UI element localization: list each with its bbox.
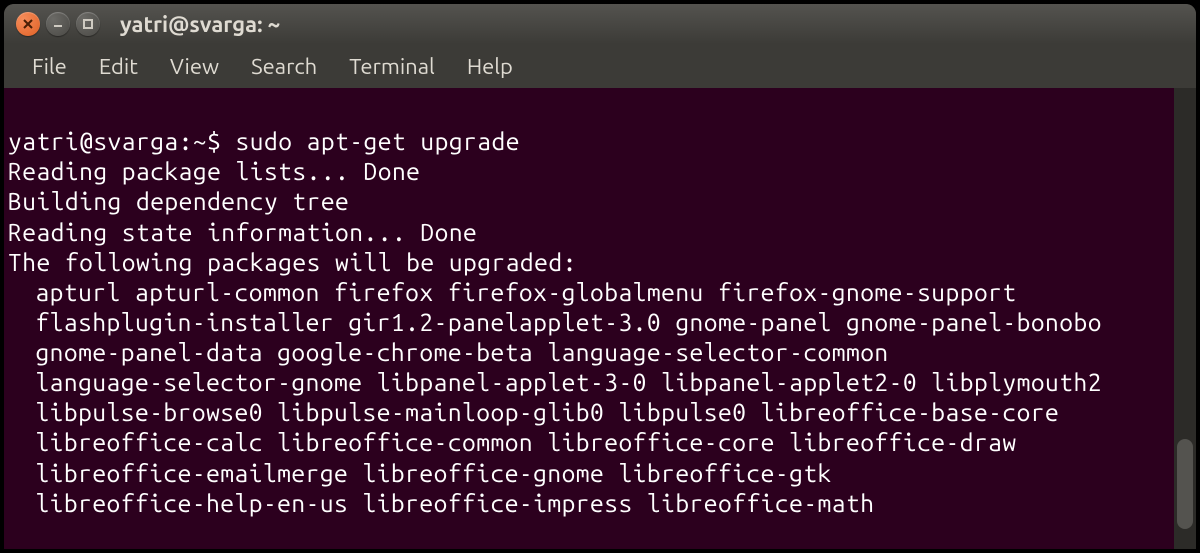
menu-help[interactable]: Help — [451, 48, 529, 85]
minimize-icon — [52, 18, 64, 30]
package-line: libpulse-browse0 libpulse-mainloop-glib0… — [8, 397, 1164, 427]
output-line: Building dependency tree — [8, 186, 1164, 216]
minimize-button[interactable] — [46, 12, 70, 36]
package-line: flashplugin-installer gir1.2-panelapplet… — [8, 307, 1164, 337]
menu-edit[interactable]: Edit — [83, 48, 154, 85]
close-button[interactable] — [16, 12, 40, 36]
terminal-output[interactable]: yatri@svarga:~$ sudo apt-get upgradeRead… — [4, 88, 1174, 549]
terminal-window: yatri@svarga: ~ File Edit View Search Te… — [4, 4, 1196, 549]
scrollbar[interactable] — [1174, 88, 1196, 549]
menubar: File Edit View Search Terminal Help — [4, 44, 1196, 88]
output-line: Reading package lists... Done — [8, 156, 1164, 186]
package-line: libreoffice-help-en-us libreoffice-impre… — [8, 488, 1164, 518]
prompt: yatri@svarga:~$ — [8, 127, 221, 155]
maximize-icon — [82, 18, 94, 30]
close-icon — [22, 18, 34, 30]
window-title: yatri@svarga: ~ — [120, 12, 280, 37]
package-line: libreoffice-calc libreoffice-common libr… — [8, 427, 1164, 457]
package-line: gnome-panel-data google-chrome-beta lang… — [8, 337, 1164, 367]
package-line: apturl apturl-common firefox firefox-glo… — [8, 277, 1164, 307]
package-line: language-selector-gnome libpanel-applet-… — [8, 367, 1164, 397]
titlebar: yatri@svarga: ~ — [4, 4, 1196, 44]
output-line: The following packages will be upgraded: — [8, 247, 1164, 277]
package-line: libreoffice-emailmerge libreoffice-gnome… — [8, 458, 1164, 488]
menu-file[interactable]: File — [16, 48, 83, 85]
menu-search[interactable]: Search — [235, 48, 333, 85]
command: sudo apt-get upgrade — [236, 127, 520, 155]
menu-view[interactable]: View — [154, 48, 235, 85]
maximize-button[interactable] — [76, 12, 100, 36]
window-controls — [16, 12, 100, 36]
scroll-thumb[interactable] — [1177, 439, 1193, 529]
menu-terminal[interactable]: Terminal — [333, 48, 451, 85]
output-line: Reading state information... Done — [8, 217, 1164, 247]
